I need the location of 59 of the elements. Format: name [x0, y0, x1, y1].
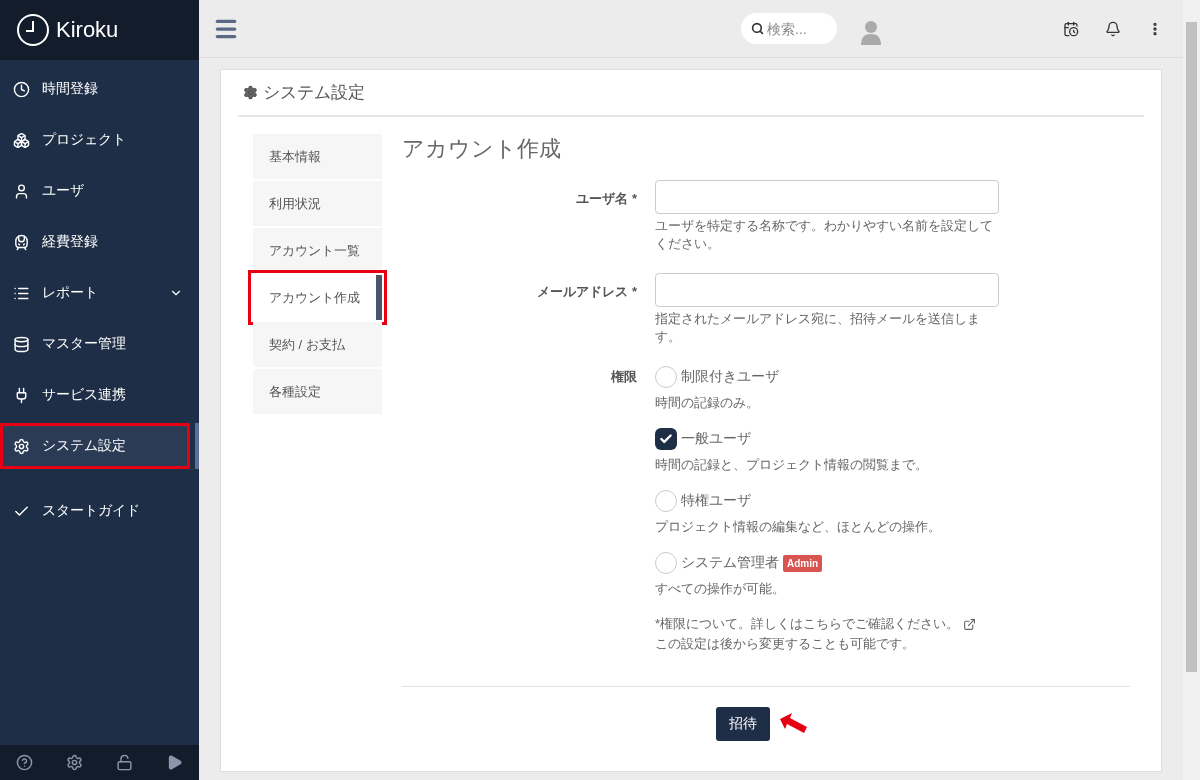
- field-help-text: ユーザを特定する名称です。わかりやすい名前を設定してください。: [655, 217, 994, 253]
- option-description: プロジェクト情報の編集など、ほとんどの操作。: [655, 518, 942, 536]
- radio-button[interactable]: [655, 552, 677, 574]
- clock-icon: [13, 80, 30, 98]
- scrollbar[interactable]: [1183, 0, 1200, 780]
- app-name: Kiroku: [56, 17, 119, 43]
- check-icon: [659, 432, 673, 446]
- settings-tab[interactable]: アカウント一覧: [253, 228, 382, 273]
- sidebar-item[interactable]: ユーザ: [0, 168, 199, 214]
- note-text: この設定は後から変更することも可能です。: [655, 635, 915, 653]
- settings-tab[interactable]: 各種設定: [253, 369, 382, 414]
- radio-button[interactable]: [655, 366, 677, 388]
- sidebar-item[interactable]: レポート: [0, 270, 199, 316]
- help-icon[interactable]: [16, 754, 34, 771]
- sidebar-item[interactable]: 時間登録: [0, 66, 199, 112]
- page-title: システム設定: [263, 82, 365, 104]
- sidebar-item[interactable]: 経費登録: [0, 219, 199, 265]
- train-icon: [13, 233, 30, 251]
- option-label: 一般ユーザ: [681, 430, 751, 448]
- external-link-icon[interactable]: [963, 617, 977, 631]
- input-field[interactable]: [655, 180, 999, 214]
- search-icon: [751, 22, 764, 35]
- settings-tab[interactable]: 利用状況: [253, 181, 382, 226]
- bell-icon[interactable]: [1105, 20, 1121, 37]
- radio-button[interactable]: [655, 490, 677, 512]
- sidebar-item[interactable]: サービス連携: [0, 372, 199, 418]
- field-label: ユーザ名 *: [575, 190, 638, 208]
- form-title: アカウント作成: [402, 135, 562, 163]
- admin-badge: Admin: [783, 554, 823, 572]
- boxes-icon: [13, 131, 30, 149]
- sidebar-item[interactable]: マスター管理: [0, 321, 199, 367]
- option-description: 時間の記録と、プロジェクト情報の閲覧まで。: [655, 456, 929, 474]
- active-indicator: [195, 423, 199, 469]
- field-help-text: 指定されたメールアドレス宛に、招待メールを送信します。: [655, 310, 981, 346]
- option-description: 時間の記録のみ。: [655, 394, 760, 412]
- option-label: システム管理者: [681, 554, 779, 572]
- settings-tab[interactable]: 契約 / お支払: [253, 322, 382, 367]
- settings-tab[interactable]: 基本情報: [253, 134, 382, 179]
- field-label: 権限: [609, 368, 638, 386]
- option-label: 制限付きユーザ: [681, 368, 779, 386]
- sidebar-item[interactable]: スタートガイド: [0, 488, 199, 534]
- unlock-icon[interactable]: [115, 754, 133, 771]
- gear-icon: [243, 85, 258, 100]
- input-field[interactable]: [655, 273, 999, 307]
- calendar-clock-icon[interactable]: [1063, 20, 1079, 37]
- gear-icon: [13, 437, 30, 455]
- database-icon: [13, 335, 30, 353]
- option-description: すべての操作が可能。: [655, 580, 786, 598]
- field-label: メールアドレス *: [536, 283, 638, 301]
- note-text: *権限について。詳しくはこちらでご確認ください。: [655, 615, 960, 633]
- settings-icon[interactable]: [66, 754, 84, 771]
- user-icon: [13, 182, 30, 200]
- radio-button[interactable]: [655, 428, 677, 450]
- clock-logo-icon: [16, 13, 50, 47]
- invite-button[interactable]: 招待: [716, 707, 770, 741]
- option-label: 特権ユーザ: [681, 492, 751, 510]
- pointer-arrow: [780, 713, 808, 735]
- sidebar-item[interactable]: プロジェクト: [0, 117, 199, 163]
- search-field[interactable]: 検索...: [741, 13, 837, 44]
